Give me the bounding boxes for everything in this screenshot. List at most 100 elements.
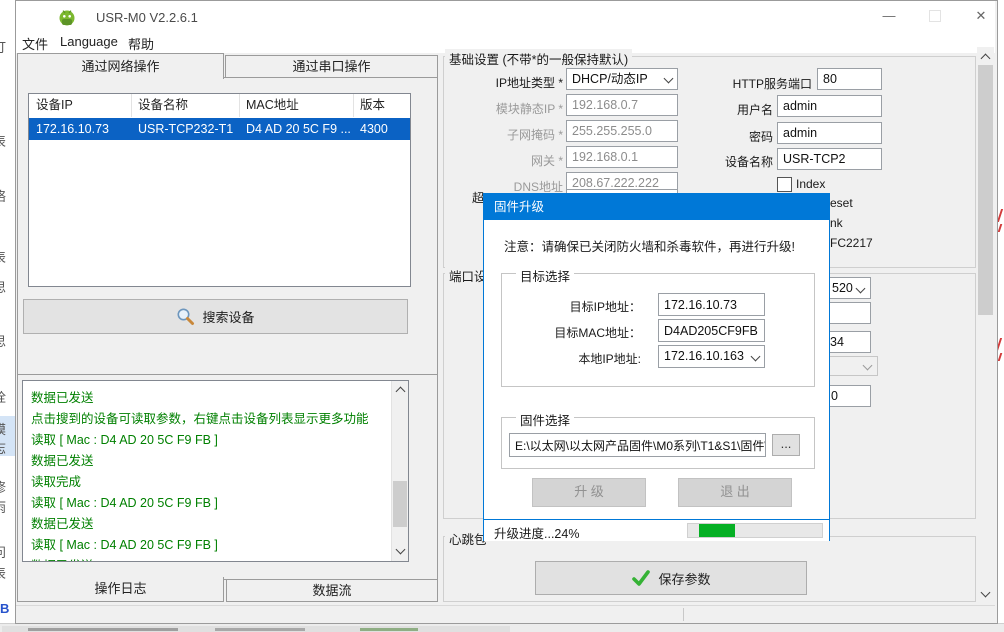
scroll-down-icon[interactable] <box>396 545 406 555</box>
log-line: 数据已发送 <box>31 387 94 406</box>
settings-scrollbar[interactable] <box>977 47 994 605</box>
edge-fragment: 思 <box>0 331 7 350</box>
scroll-down-icon[interactable] <box>981 588 991 598</box>
upgrade-button[interactable]: 升 级 <box>532 478 646 507</box>
dialog-titlebar[interactable]: 固件升级 <box>484 194 829 220</box>
edge-fragment: 栓 <box>0 387 7 406</box>
firmware-upgrade-dialog: 固件升级 注意：请确保已关闭防火墙和杀毒软件，再进行升级! 目标选择 目标IP地… <box>483 193 830 541</box>
menu-language[interactable]: Language <box>56 34 122 49</box>
username-label: 用户名 <box>673 101 773 118</box>
progress-chunk <box>699 524 735 537</box>
static-ip-field[interactable] <box>566 94 678 116</box>
password-label: 密码 <box>673 128 773 145</box>
dialog-note: 注意：请确保已关闭防火墙和杀毒软件，再进行升级! <box>504 236 795 255</box>
firmware-path-field[interactable] <box>509 433 766 457</box>
device-table[interactable]: 设备IP 设备名称 MAC地址 版本 172.16.10.73 USR-TCP2… <box>28 93 411 287</box>
link-checkbox-label-fragment: nk <box>830 216 843 230</box>
ip-type-select[interactable]: DHCP/动态IP <box>566 68 678 90</box>
subnet-mask-label: 子网掩码 * <box>463 126 563 143</box>
local-ip-label: 本地IP地址: <box>531 350 641 367</box>
log-line: 数据已发送 <box>31 450 94 469</box>
edge-fragment: 表 <box>0 247 7 266</box>
index-checkbox[interactable] <box>777 177 792 192</box>
log-scrollbar[interactable] <box>391 381 408 561</box>
minimize-button[interactable]: — <box>872 5 906 27</box>
bottom-fragment <box>215 628 305 631</box>
edge-fragment-b: B <box>0 601 14 616</box>
bottom-fragment <box>28 628 178 631</box>
log-line: 点击搜到的设备可读取参数，右键点击设备列表显示更多功能 <box>31 408 369 427</box>
target-ip-field[interactable] <box>658 293 765 316</box>
local-ip-select[interactable]: 172.16.10.163 <box>658 345 765 368</box>
dialog-statusbar: 升级进度...24% <box>484 519 829 541</box>
log-box[interactable]: 数据已发送 点击搜到的设备可读取参数，右键点击设备列表显示更多功能 读取 [ M… <box>22 380 409 562</box>
tab-operation-log[interactable]: 操作日志 <box>17 577 224 602</box>
save-params-label: 保存参数 <box>658 569 710 588</box>
edge-fragment: 修 <box>0 477 7 496</box>
log-line: 读取 [ Mac : D4 AD 20 5C F9 FB ] <box>31 492 218 511</box>
tab-network-ops[interactable]: 通过网络操作 <box>17 53 224 79</box>
log-scrollbar-thumb[interactable] <box>393 481 407 527</box>
target-ip-label: 目标IP地址： <box>531 298 641 315</box>
log-line: 数据已发送 <box>31 555 94 562</box>
titlebar[interactable]: USR-M0 V2.2.6.1 — ✕ <box>16 1 995 31</box>
gateway-label: 网关 * <box>463 152 563 169</box>
bottom-fragment <box>360 628 418 631</box>
menu-help[interactable]: 帮助 <box>124 34 158 53</box>
edge-fragment: 问 <box>0 542 7 561</box>
scroll-up-icon[interactable] <box>396 387 406 397</box>
edge-fragment: 络 <box>0 186 7 205</box>
browse-button[interactable]: ... <box>772 434 800 456</box>
exit-button[interactable]: 退 出 <box>678 478 792 507</box>
screen: 打 表 络 表 思 思 栓 模 志 修 雨 问 表 B USR-M0 V2.2.… <box>0 0 1004 632</box>
device-name-field[interactable] <box>777 148 882 170</box>
search-device-label: 搜索设备 <box>202 307 254 326</box>
settings-scrollbar-thumb[interactable] <box>978 65 993 315</box>
maximize-button[interactable] <box>918 5 952 27</box>
edge-fragment: 模 <box>0 419 7 438</box>
basic-settings-title: 基础设置 (不带*的一般保持默认) <box>445 49 632 68</box>
cell-device-ip: 172.16.10.73 <box>29 118 131 140</box>
close-button[interactable]: ✕ <box>964 5 998 27</box>
http-port-label: HTTP服务端口 <box>712 75 812 92</box>
menu-file[interactable]: 文件 <box>18 34 52 53</box>
static-ip-label: 模块静态IP * <box>463 100 563 117</box>
edge-fragment: 打 <box>0 37 7 56</box>
device-name-label: 设备名称 <box>673 153 773 170</box>
edge-fragment: 雨 <box>0 497 7 516</box>
column-header-mac[interactable]: MAC地址 <box>239 94 354 117</box>
cell-version: 4300 <box>353 118 415 140</box>
tab-serial-ops[interactable]: 通过串口操作 <box>225 55 438 78</box>
subnet-mask-field[interactable] <box>566 120 678 142</box>
cell-device-name: USR-TCP232-T1 <box>131 118 239 140</box>
ip-type-label: IP地址类型 * <box>463 74 563 91</box>
index-checkbox-label: Index <box>796 177 825 191</box>
tab-data-stream[interactable]: 数据流 <box>226 579 438 602</box>
maximize-icon <box>929 10 941 22</box>
window-title: USR-M0 V2.2.6.1 <box>96 10 198 25</box>
gateway-field[interactable] <box>566 146 678 168</box>
rfc2217-checkbox-label-fragment: FC2217 <box>830 236 873 250</box>
username-field[interactable] <box>777 95 882 117</box>
table-row[interactable]: 172.16.10.73 USR-TCP232-T1 D4 AD 20 5C F… <box>29 118 410 140</box>
save-params-button[interactable]: 保存参数 <box>535 561 807 595</box>
search-device-button[interactable]: 搜索设备 <box>23 299 408 334</box>
http-port-field[interactable] <box>817 68 882 90</box>
log-line: 数据已发送 <box>31 513 94 532</box>
scroll-up-icon[interactable] <box>981 54 991 64</box>
column-header-ip[interactable]: 设备IP <box>29 94 132 117</box>
edge-fragment: 思 <box>0 277 7 296</box>
firmware-select-title: 固件选择 <box>516 410 574 429</box>
app-icon <box>57 7 77 27</box>
search-icon <box>176 307 195 326</box>
edge-red-mark <box>998 224 1003 232</box>
target-mac-label: 目标MAC地址： <box>531 324 641 341</box>
log-line: 读取完成 <box>31 471 81 490</box>
edge-red-mark <box>998 353 1003 361</box>
target-mac-field[interactable] <box>658 319 765 342</box>
check-icon <box>631 569 651 587</box>
password-field[interactable] <box>777 122 882 144</box>
upgrade-progress-text: 升级进度...24% <box>494 523 579 542</box>
column-header-version[interactable]: 版本 <box>353 94 415 117</box>
column-header-name[interactable]: 设备名称 <box>131 94 240 117</box>
